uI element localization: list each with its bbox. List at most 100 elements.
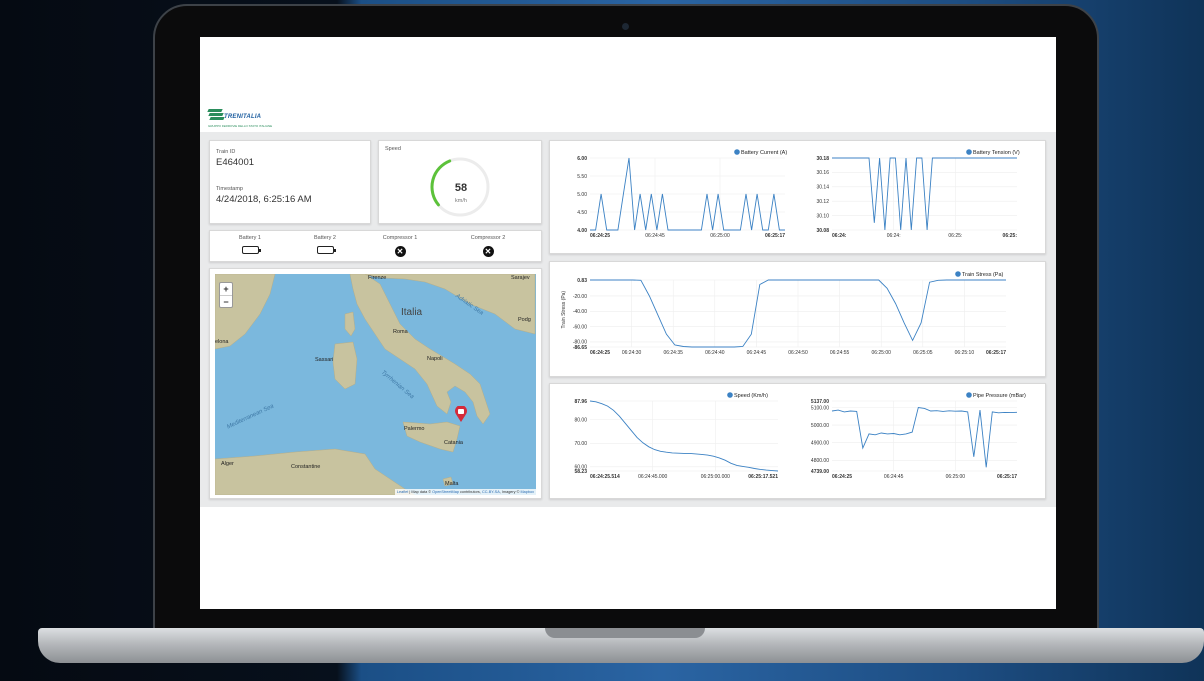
map-label-sarajevo: Sarajev (511, 275, 530, 281)
y-tick-label: 30.12 (816, 199, 829, 205)
x-tick-label: 06:24:45 (645, 233, 665, 239)
x-tick-label: 06:24:25 (590, 233, 610, 239)
x-tick-label: 06:25:17.521 (748, 474, 778, 480)
speed-label: Speed (385, 146, 401, 152)
x-tick-label: 06:24:50 (788, 350, 808, 356)
cc-link[interactable]: CC-BY-SA (482, 490, 500, 494)
status-label: Battery 1 (238, 235, 261, 241)
map-label-catania: Catania (444, 440, 463, 446)
y-tick-label: 30.10 (816, 213, 829, 219)
status-label: Compressor 1 (382, 235, 418, 241)
legend-swatch (955, 271, 961, 277)
legend-label: Battery Tension (V) (973, 150, 1020, 156)
x-tick-label: 06:24:35 (663, 350, 683, 356)
map-label-firenze: Firenze (368, 275, 387, 281)
map-label-italia: Italia (401, 307, 423, 318)
x-tick-label: 06:25:00.000 (701, 474, 730, 480)
mapbox-link[interactable]: Mapbox (520, 490, 534, 494)
legend-label: Train Stress (Pa) (962, 272, 1004, 278)
header: TRENITALIA GRUPPO FERROVIE DELLO STATO I… (200, 37, 1056, 132)
train-id-value: E464001 (216, 157, 255, 168)
zoom-out-button[interactable]: − (220, 295, 232, 307)
map-label-napoli: Napoli (427, 356, 443, 362)
status-battery-2: Battery 2 (290, 235, 360, 259)
leaflet-link[interactable]: Leaflet (397, 490, 408, 494)
x-tick-label: 06:24: (887, 233, 901, 239)
x-tick-label: 06:24:45.000 (638, 474, 667, 480)
train-info-card: Train ID E464001 Timestamp 4/24/2018, 6:… (209, 140, 371, 224)
map[interactable]: + − Italia Roma Napoli Sassari Palermo C… (215, 274, 536, 495)
x-tick-label: 06:25:17 (986, 350, 1006, 356)
logo-subtext: GRUPPO FERROVIE DELLO STATO ITALIANE (208, 124, 273, 128)
osm-link[interactable]: OpenStreetMap (432, 490, 459, 494)
x-tick-label: 06:25:00 (871, 350, 891, 356)
webcam-icon (622, 23, 629, 30)
map-label-constantine: Constantine (291, 464, 321, 470)
app-screen: TRENITALIA GRUPPO FERROVIE DELLO STATO I… (200, 37, 1056, 609)
x-tick-label: 06:24:55 (830, 350, 850, 356)
y-tick-label: 30.16 (816, 170, 829, 176)
legend-swatch (966, 149, 972, 155)
x-tick-label: 06:25:00 (710, 233, 730, 239)
y-tick-label: 58.23 (574, 469, 587, 475)
status-label: Battery 2 (313, 235, 336, 241)
status-battery-1: Battery 1 (215, 235, 285, 259)
x-tick-label: 06:24:40 (705, 350, 725, 356)
legend-label: Pipe Pressure (mBar) (973, 393, 1026, 399)
x-circle-icon: ✕ (482, 246, 494, 257)
y-tick-label: 80.00 (574, 418, 587, 424)
speed-card: Speed 58 km/h (378, 140, 542, 224)
x-tick-label: 06:24:30 (622, 350, 642, 356)
dashboard: Train ID E464001 Timestamp 4/24/2018, 6:… (200, 132, 1056, 507)
map-attribution: Leaflet | Map data © OpenStreetMap contr… (394, 489, 536, 495)
brand-logo[interactable]: TRENITALIA (207, 109, 262, 120)
corsica-island (344, 311, 356, 337)
map-land (215, 274, 536, 495)
chart-1: 30.1830.1630.1430.1230.1030.0806:24: 06:2… (816, 149, 1020, 239)
y-tick-label: -40.00 (573, 309, 587, 315)
x-tick-label: 06:24: (832, 233, 847, 239)
train-marker-icon[interactable] (455, 406, 467, 422)
battery-charts-svg: 6.00 5.50 5.00 4.50 4.0006:24:25 06:24:45 06:2… (577, 149, 1020, 239)
legend-swatch (734, 149, 740, 155)
x-tick-label: 06:24:45 (747, 350, 767, 356)
x-tick-label: 06:25:00 (946, 474, 966, 480)
stress-chart-svg: 0.83-20.00-40.00-60.00-80.00-86.6506:24:… (561, 271, 1006, 356)
y-tick-label: 5137.00 (811, 399, 829, 405)
north-africa-coast (215, 448, 416, 495)
map-label-barcelona: elona (215, 339, 229, 345)
map-label-sassari: Sassari (315, 357, 334, 363)
map-card: + − Italia Roma Napoli Sassari Palermo C… (209, 268, 542, 499)
x-tick-label: 06:24:25 (832, 474, 852, 480)
y-tick-label: -20.00 (573, 294, 587, 300)
y-tick-label: 30.18 (816, 156, 829, 162)
sardinia-island (332, 341, 358, 390)
x-circle-icon: ✕ (394, 246, 406, 257)
y-tick-label: 5000.00 (811, 423, 829, 429)
logo-text: TRENITALIA (224, 114, 262, 120)
x-tick-label: 06:25:17 (997, 474, 1017, 480)
legend-label: Speed (Km/h) (734, 393, 768, 399)
zoom-in-button[interactable]: + (220, 283, 232, 295)
speed-value: 58 (454, 182, 468, 194)
map-label-palermo: Palermo (404, 426, 425, 432)
status-compressor-2: Compressor 2 ✕ (453, 235, 523, 259)
chart-3: 87.9680.0070.0060.0058.2306:24:25.514 06:… (574, 392, 778, 480)
y-tick-label: 5100.00 (811, 405, 829, 411)
y-tick-label: 5.00 (577, 192, 587, 198)
x-tick-label: 06:25:10 (955, 350, 975, 356)
chart-2: 0.83-20.00-40.00-60.00-80.00-86.6506:24:… (561, 271, 1006, 356)
stress-chart-card: 0.83 -20.00 -40.00 -60.00 -80.00 -86.65 06:24:… (549, 261, 1046, 377)
legend-swatch (966, 392, 972, 398)
x-tick-label: 06:25: (1003, 233, 1018, 239)
battery-charts-card: 6.00 5.50 5.00 4.50 4.00 06:24:25 06:24:45 06:2… (549, 140, 1046, 254)
series-line (831, 406, 1018, 468)
timestamp-label: Timestamp (216, 186, 243, 192)
status-compressor-1: Compressor 1 ✕ (365, 235, 435, 259)
attribution-text: | Map data © (408, 490, 433, 494)
map-label-malta: Malta (445, 481, 459, 487)
series-line (589, 400, 779, 472)
x-tick-label: 06:25:05 (913, 350, 933, 356)
chart-4: 5137.005100.00 5000.00 4900.00 4800.00 4739.… (811, 392, 1026, 480)
train-id-label: Train ID (216, 149, 236, 155)
